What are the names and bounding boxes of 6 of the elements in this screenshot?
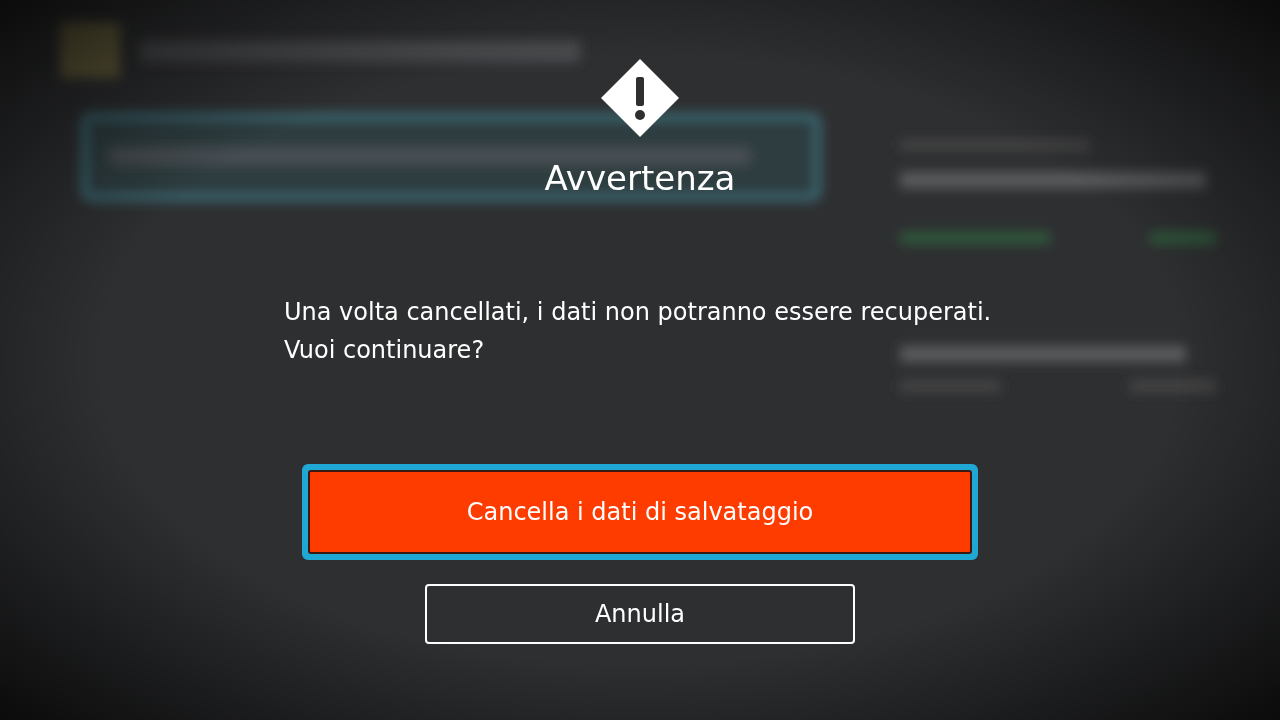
- dialog-title: Avvertenza: [544, 158, 736, 198]
- dialog-message: Vuoi continuare?: [284, 335, 486, 366]
- dialog-message: Una volta cancellati, i dati non potranno essere recuperati.: [284, 297, 993, 328]
- delete-button[interactable]: Cancella i dati di salvataggio: [308, 470, 972, 554]
- warning-icon: [600, 58, 680, 138]
- cancel-button[interactable]: Annulla: [425, 584, 855, 644]
